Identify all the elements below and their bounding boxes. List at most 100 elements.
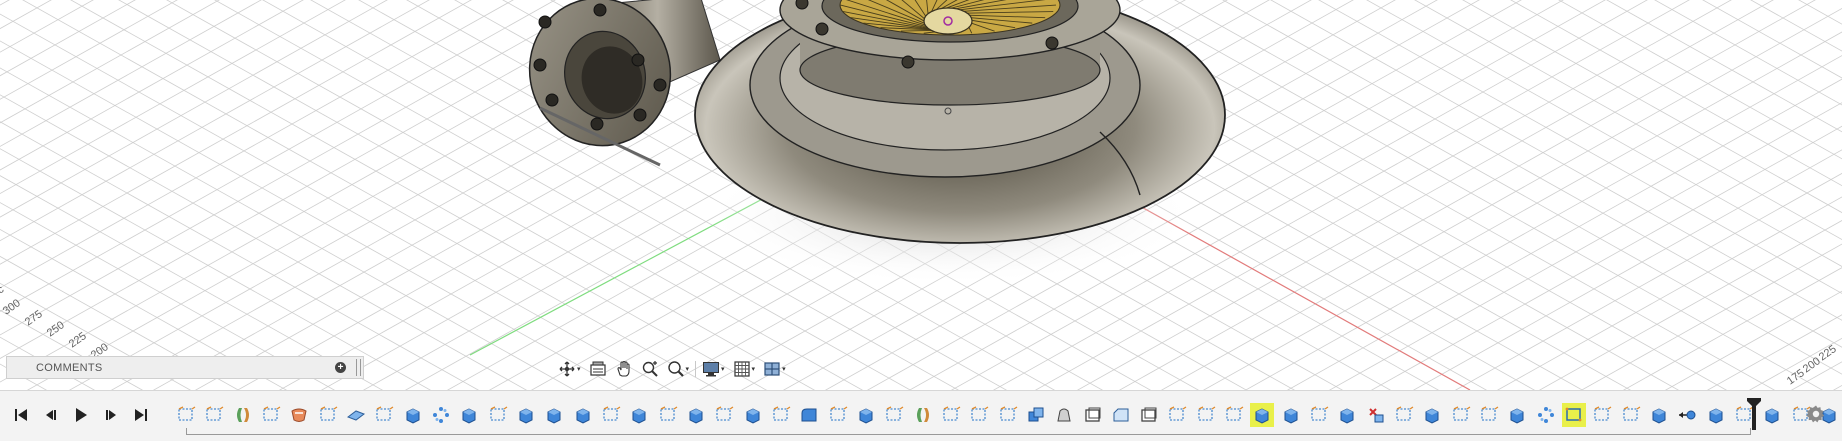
timeline-feature-sketch[interactable] — [599, 403, 623, 427]
extrude-icon — [573, 405, 593, 425]
timeline-feature-sketch[interactable] — [996, 403, 1020, 427]
gear-icon[interactable] — [1806, 404, 1826, 424]
orbit-button[interactable]: ▾ — [556, 359, 583, 379]
extrude-icon — [1337, 405, 1357, 425]
timeline-feature-sketch[interactable] — [712, 403, 736, 427]
timeline-feature-sketch[interactable] — [486, 403, 510, 427]
timeline-feature-sketch[interactable] — [967, 403, 991, 427]
step-forward-button[interactable] — [102, 406, 120, 424]
timeline-feature-extrude[interactable] — [627, 403, 651, 427]
timeline-feature-sketch[interactable] — [202, 403, 226, 427]
chamfer-icon — [1111, 405, 1131, 425]
timeline-feature-extrude[interactable] — [1647, 403, 1671, 427]
timeline-feature-sketch[interactable] — [1619, 403, 1643, 427]
timeline-feature-extrude[interactable] — [1704, 403, 1728, 427]
timeline-feature-sketch[interactable] — [1222, 403, 1246, 427]
display-settings-button[interactable]: ▾ — [700, 359, 727, 379]
loft-icon — [1054, 405, 1074, 425]
chevron-down-icon[interactable]: ▾ — [686, 365, 690, 373]
timeline-feature-sketch[interactable] — [656, 403, 680, 427]
timeline-feature-extrude[interactable] — [1505, 403, 1529, 427]
timeline-feature-sketch[interactable] — [1165, 403, 1189, 427]
timeline-feature-extrude[interactable] — [854, 403, 878, 427]
timeline-feature-revolve[interactable] — [231, 403, 255, 427]
timeline-feature-extrude[interactable] — [741, 403, 765, 427]
extrude-icon — [403, 405, 423, 425]
timeline-feature-extrude[interactable] — [1250, 403, 1275, 427]
sketch-icon — [884, 405, 904, 425]
timeline-feature-sketch[interactable] — [826, 403, 850, 427]
timeline-feature-sketch[interactable] — [1392, 403, 1416, 427]
timeline-feature-sketch[interactable] — [259, 403, 283, 427]
pattern-icon — [431, 405, 451, 425]
timeline-feature-extrude[interactable] — [1420, 403, 1444, 427]
chevron-down-icon[interactable]: ▾ — [782, 365, 786, 373]
timeline-feature-plane[interactable] — [344, 403, 368, 427]
timeline-feature-revolve[interactable] — [911, 403, 935, 427]
timeline-feature-sketch[interactable] — [1449, 403, 1473, 427]
timeline-feature-extrude[interactable] — [401, 403, 425, 427]
chevron-down-icon[interactable]: ▾ — [721, 365, 725, 373]
go-to-end-button[interactable] — [132, 406, 150, 424]
look-at-button[interactable] — [587, 359, 609, 379]
timeline-feature-loft[interactable] — [1052, 403, 1076, 427]
sketch-icon — [204, 405, 224, 425]
timeline-feature-sweep[interactable] — [287, 403, 311, 427]
timeline-feature-sketch[interactable] — [939, 403, 963, 427]
chevron-down-icon[interactable]: ▾ — [752, 365, 756, 373]
timeline-feature-extrude[interactable] — [542, 403, 566, 427]
canvas-viewport[interactable]: c 300 275 250 225 200 175 200 225 — [0, 0, 1842, 390]
orbit-icon — [559, 361, 575, 377]
timeline-feature-sketch[interactable] — [1562, 403, 1587, 427]
step-back-button[interactable] — [42, 406, 60, 424]
timeline-feature-sketch[interactable] — [174, 403, 198, 427]
display-settings-icon — [703, 362, 720, 377]
timeline-feature-joint[interactable] — [1675, 403, 1699, 427]
timeline-feature-sketch[interactable] — [1590, 403, 1614, 427]
timeline-feature-sketch[interactable] — [1194, 403, 1218, 427]
comments-panel[interactable]: COMMENTS + — [6, 356, 364, 379]
zoom-button[interactable] — [639, 359, 661, 379]
zoom-window-button[interactable]: ▾ — [665, 359, 692, 379]
timeline-feature-chamfer[interactable] — [1109, 403, 1133, 427]
timeline-feature-sketch[interactable] — [1477, 403, 1501, 427]
timeline-feature-extrude[interactable] — [1335, 403, 1359, 427]
timeline-feature-shell[interactable] — [1081, 403, 1105, 427]
chevron-down-icon[interactable]: ▾ — [577, 365, 581, 373]
comments-label: COMMENTS — [36, 361, 103, 374]
timeline-feature-extrude[interactable] — [1760, 403, 1784, 427]
go-to-start-button[interactable] — [12, 406, 30, 424]
timeline-feature-extrude[interactable] — [571, 403, 595, 427]
timeline-feature-fillet[interactable] — [797, 403, 821, 427]
timeline-feature-extrude[interactable] — [684, 403, 708, 427]
timeline-feature-shell[interactable] — [1137, 403, 1161, 427]
timeline-feature-sketch[interactable] — [769, 403, 793, 427]
sketch-icon — [261, 405, 281, 425]
timeline-feature-extrude[interactable] — [1279, 403, 1303, 427]
joint-icon — [1677, 405, 1697, 425]
timeline-feature-sketch[interactable] — [372, 403, 396, 427]
timeline-feature-combine[interactable] — [1024, 403, 1048, 427]
extrude-icon — [1649, 405, 1669, 425]
zoom-icon — [642, 361, 658, 377]
timeline-feature-pattern[interactable] — [1534, 403, 1558, 427]
viewports-button[interactable]: ▾ — [761, 359, 788, 379]
extrude-icon — [544, 405, 564, 425]
timeline-track[interactable] — [186, 428, 1751, 435]
timeline-marker-icon[interactable] — [1747, 398, 1761, 432]
timeline-feature-pattern[interactable] — [429, 403, 453, 427]
timeline-feature-sketch[interactable] — [882, 403, 906, 427]
timeline-bar — [0, 390, 1842, 441]
timeline-feature-sketch[interactable] — [316, 403, 340, 427]
panel-grip-icon[interactable] — [356, 359, 361, 376]
grid-settings-button[interactable]: ▾ — [731, 359, 758, 379]
fusion-window: c 300 275 250 225 200 175 200 225 COMMEN… — [0, 0, 1842, 441]
pan-button[interactable] — [613, 359, 635, 379]
timeline-feature-extrude[interactable] — [514, 403, 538, 427]
play-button[interactable] — [72, 406, 90, 424]
timeline-feature-extrude[interactable] — [457, 403, 481, 427]
shell-icon — [1083, 405, 1103, 425]
timeline-feature-sketch[interactable] — [1307, 403, 1331, 427]
plus-circle-icon[interactable]: + — [335, 362, 346, 373]
timeline-feature-delete[interactable] — [1364, 403, 1388, 427]
